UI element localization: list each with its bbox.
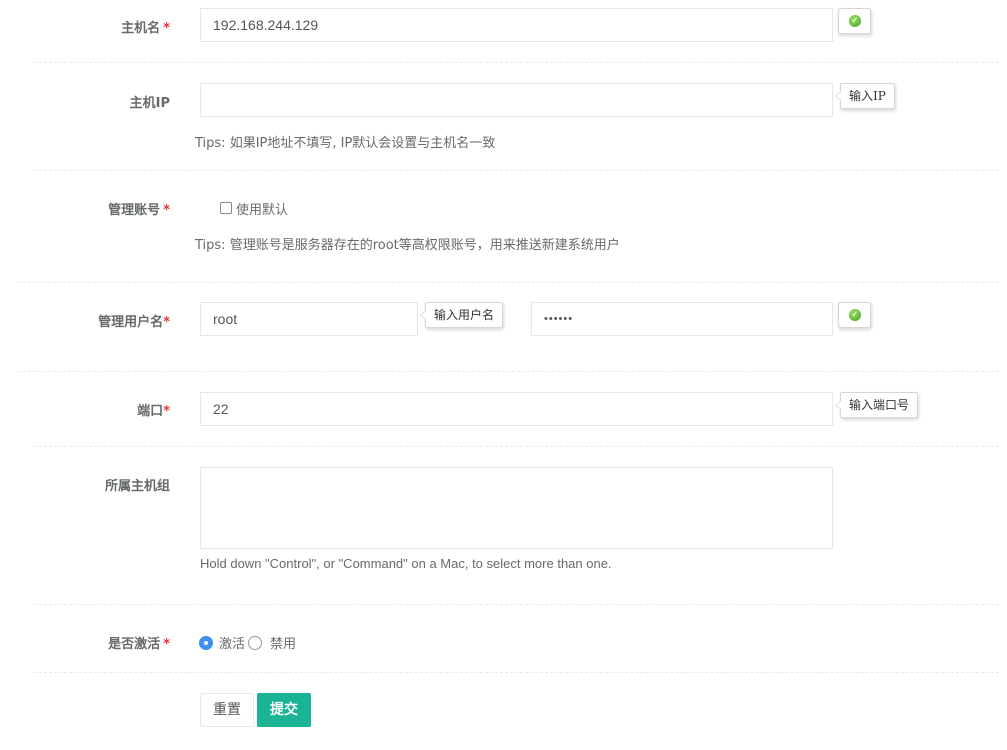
check-circle-icon: ✓ [849, 15, 861, 27]
divider [34, 446, 999, 447]
use-default-checkbox[interactable] [220, 202, 232, 214]
radio-active-label[interactable]: 激活 [219, 633, 245, 652]
admin-user-label: 管理用户名* [98, 315, 170, 330]
use-default-label[interactable]: 使用默认 [236, 199, 288, 218]
required-mark: * [163, 315, 170, 330]
host-group-help: Hold down "Control", or "Command" on a M… [200, 556, 612, 571]
check-circle-icon: ✓ [849, 309, 861, 321]
divider [34, 604, 999, 605]
required-mark: * [163, 637, 170, 652]
ip-label: 主机IP [129, 96, 170, 111]
admin-password-input[interactable] [531, 302, 833, 336]
radio-active[interactable] [199, 636, 213, 650]
host-group-label: 所属主机组 [104, 479, 170, 494]
admin-account-label: 管理账号 * [108, 203, 170, 218]
divider [18, 371, 999, 372]
reset-button[interactable]: 重置 [200, 693, 254, 727]
username-hint-tooltip: 输入用户名 [419, 302, 504, 328]
hostname-valid-badge: ✓ [838, 8, 871, 34]
active-label: 是否激活 * [108, 637, 170, 652]
password-valid-badge: ✓ [838, 302, 871, 328]
port-label: 端口* [137, 404, 170, 419]
submit-button[interactable]: 提交 [257, 693, 311, 727]
port-hint-tooltip: 输入端口号 [834, 392, 919, 418]
port-input[interactable] [200, 392, 833, 426]
ip-hint-tooltip: 输入IP [835, 83, 895, 109]
host-group-select[interactable] [200, 467, 833, 549]
required-mark: * [163, 21, 170, 36]
ip-tips: Tips: 如果IP地址不填写, IP默认会设置与主机名一致 [195, 136, 496, 151]
ip-input[interactable] [200, 83, 833, 117]
hostname-label: 主机名 * [121, 21, 170, 36]
divider [34, 672, 999, 673]
divider [34, 62, 999, 63]
required-mark: * [163, 404, 170, 419]
radio-disabled[interactable] [248, 636, 262, 650]
required-mark: * [163, 203, 170, 218]
divider [34, 170, 999, 171]
radio-disabled-label[interactable]: 禁用 [270, 633, 296, 652]
hostname-input[interactable] [200, 8, 833, 42]
admin-account-tips: Tips: 管理账号是服务器存在的root等高权限账号，用来推送新建系统用户 [195, 238, 620, 253]
admin-username-input[interactable] [200, 302, 418, 336]
divider [18, 282, 999, 283]
